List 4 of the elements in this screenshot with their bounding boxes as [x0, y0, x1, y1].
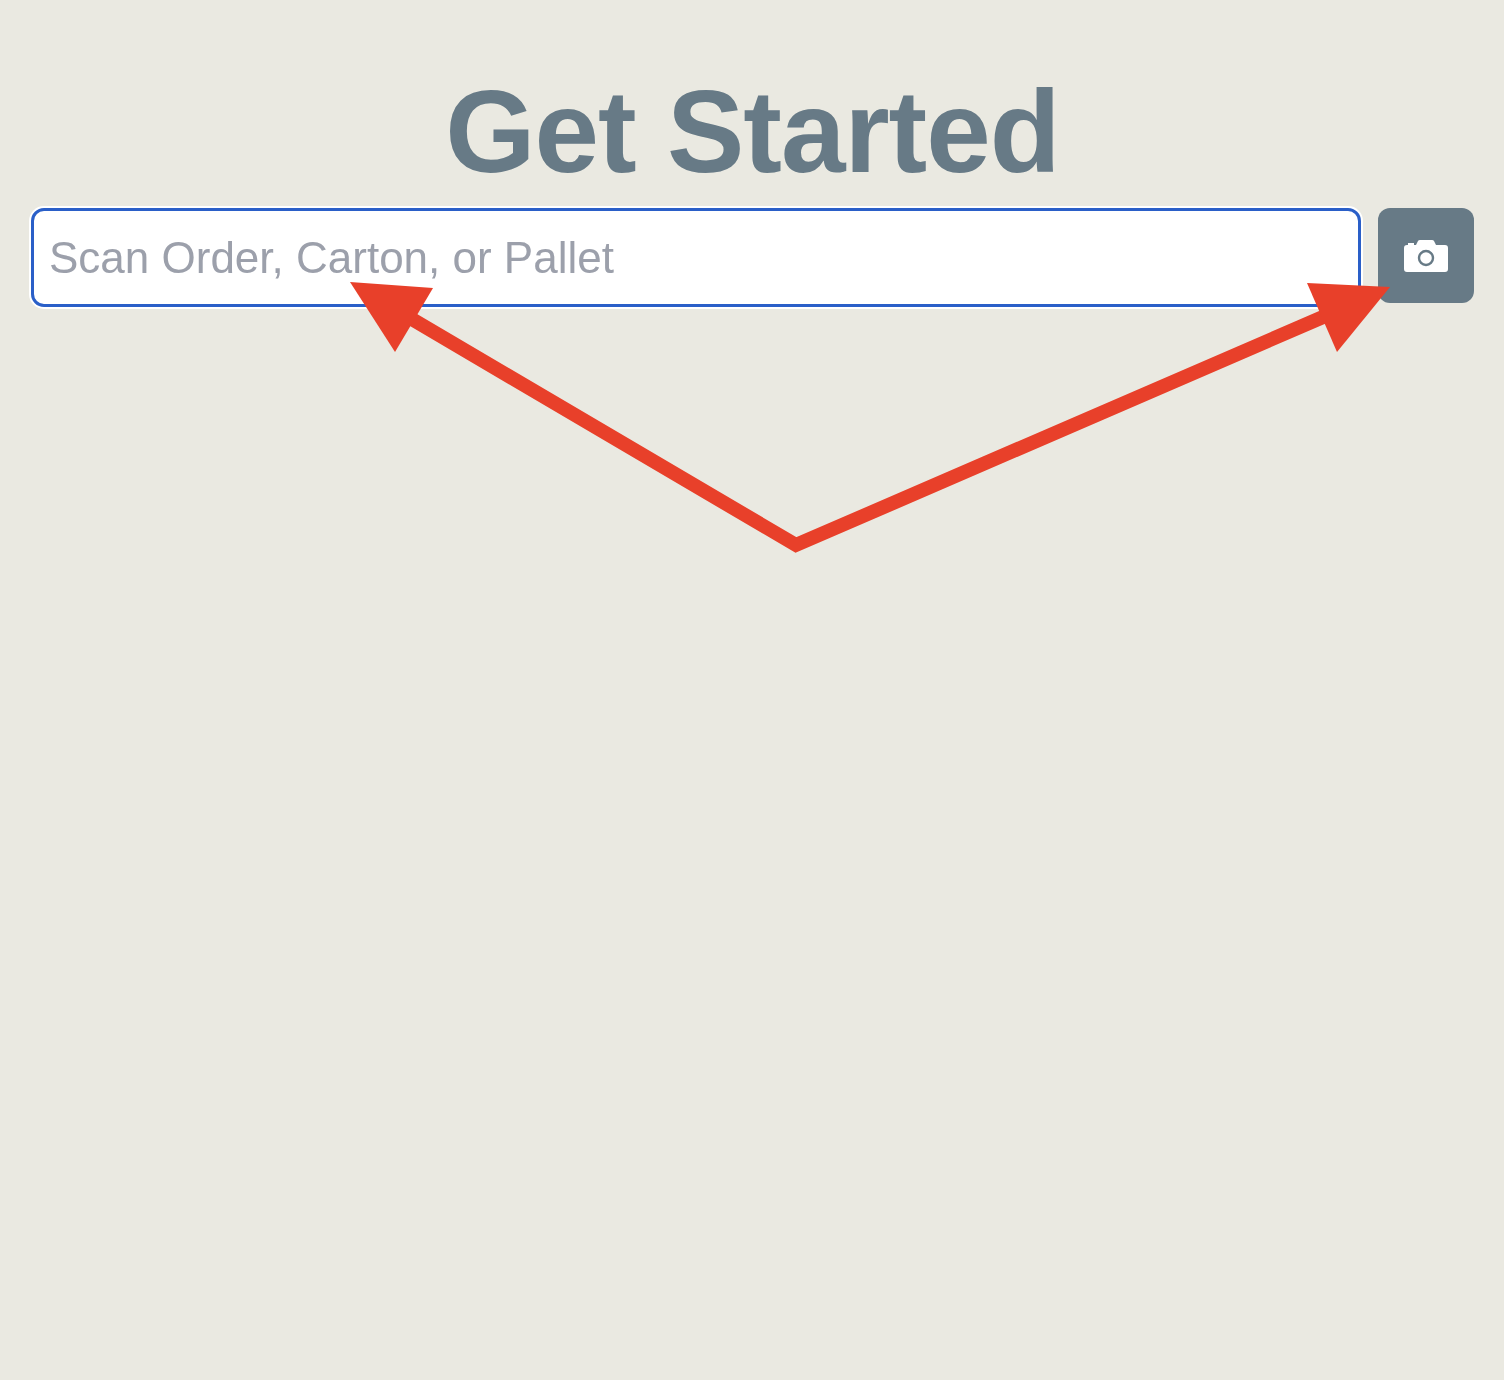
scan-field[interactable]: Scan Order, Carton, or Pallet: [31, 208, 1361, 307]
camera-button[interactable]: [1378, 208, 1474, 303]
camera-icon: [1404, 239, 1448, 272]
page-title: Get Started: [444, 74, 1061, 190]
